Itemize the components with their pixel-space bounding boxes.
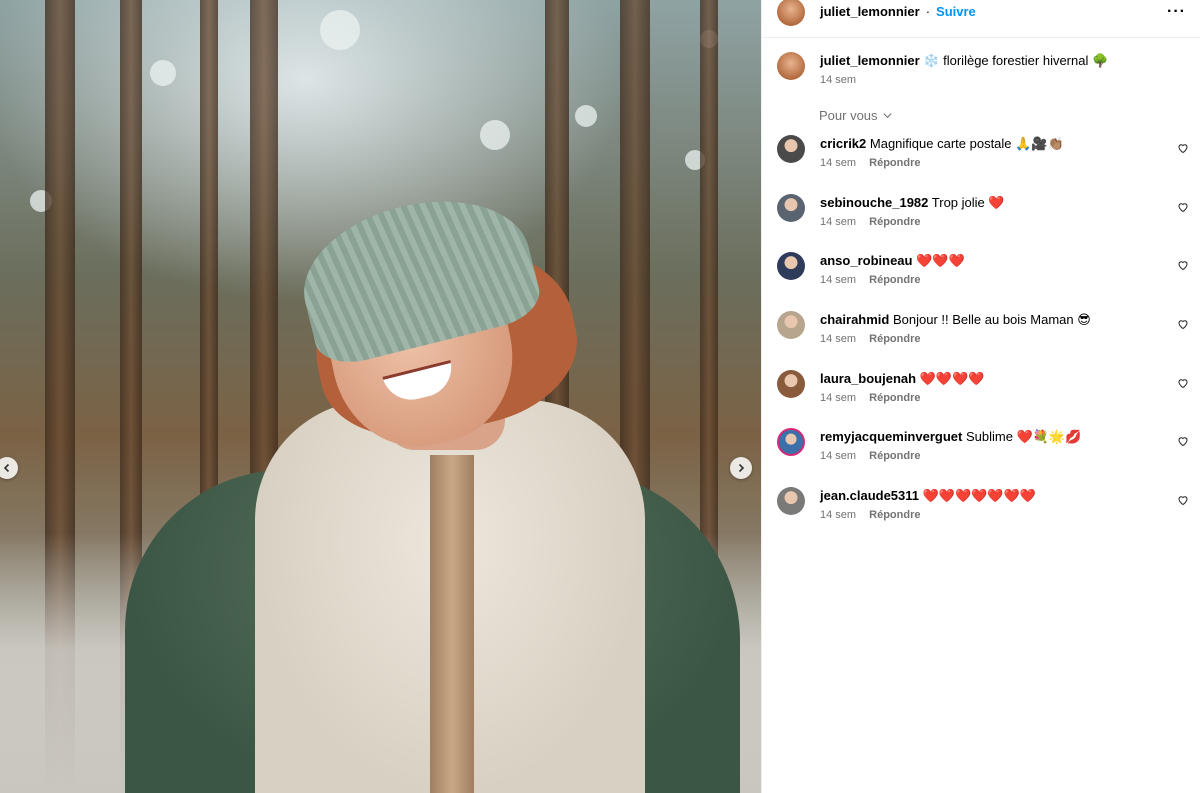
comment-item: cricrik2 Magnifique carte postale 🙏🎥👏🏽 1… <box>777 135 1189 194</box>
comment-timestamp[interactable]: 14 sem <box>820 509 856 521</box>
comment-timestamp[interactable]: 14 sem <box>820 157 856 169</box>
commenter-username[interactable]: laura_boujenah <box>820 371 916 386</box>
commenter-username[interactable]: cricrik2 <box>820 136 866 151</box>
comment-timestamp[interactable]: 14 sem <box>820 392 856 404</box>
comment-timestamp[interactable]: 14 sem <box>820 274 856 286</box>
like-heart-icon[interactable] <box>1177 259 1189 271</box>
comment-item: laura_boujenah ❤️❤️❤️❤️ 14 sem Répondre <box>777 369 1189 429</box>
comment-timestamp[interactable]: 14 sem <box>820 216 856 228</box>
commenter-avatar[interactable] <box>777 369 805 398</box>
caption-timestamp[interactable]: 14 sem <box>820 74 856 86</box>
comment-item: jean.claude5311 ❤️❤️❤️❤️❤️❤️❤️ 14 sem Ré… <box>777 487 1189 546</box>
follow-button[interactable]: Suivre <box>936 4 976 19</box>
like-heart-icon[interactable] <box>1177 377 1189 389</box>
comment-text: Bonjour !! Belle au bois Maman 😎 <box>892 312 1091 328</box>
more-options-icon[interactable]: ··· <box>1167 3 1186 21</box>
comment-sort-dropdown[interactable]: Pour vous <box>819 108 893 123</box>
comment-timestamp[interactable]: 14 sem <box>820 333 856 345</box>
reply-button[interactable]: Répondre <box>869 216 920 228</box>
caption-username[interactable]: juliet_lemonnier <box>820 53 920 68</box>
commenter-avatar[interactable] <box>777 252 805 281</box>
comment-item: anso_robineau ❤️❤️❤️ 14 sem Répondre <box>777 252 1189 311</box>
commenter-username[interactable]: anso_robineau <box>820 253 912 268</box>
chevron-down-icon <box>882 113 892 119</box>
reply-button[interactable]: Répondre <box>869 450 920 462</box>
comment-text: ❤️❤️❤️❤️ <box>919 370 985 386</box>
reply-button[interactable]: Répondre <box>869 509 920 521</box>
person-figure <box>0 0 761 793</box>
comment-timestamp[interactable]: 14 sem <box>820 450 856 462</box>
like-heart-icon[interactable] <box>1177 318 1189 330</box>
commenter-avatar[interactable] <box>777 135 805 163</box>
commenter-avatar[interactable] <box>777 487 805 516</box>
comment-text: ❤️❤️❤️❤️❤️❤️❤️ <box>922 488 1036 504</box>
chevron-left-icon <box>3 463 10 473</box>
post-header: juliet_lemonnier · Suivre ··· <box>762 0 1200 38</box>
reply-button[interactable]: Répondre <box>869 157 920 169</box>
comment-text: Magnifique carte postale 🙏🎥👏🏽 <box>869 136 1064 151</box>
comment-text: ❤️❤️❤️ <box>916 253 965 269</box>
caption-text: ❄️ florilège forestier hivernal 🌳 <box>923 53 1109 68</box>
post-caption: juliet_lemonnier ❄️ florilège forestier … <box>777 52 1108 86</box>
commenter-username[interactable]: jean.claude5311 <box>820 488 919 503</box>
zipper <box>430 455 474 793</box>
like-heart-icon[interactable] <box>1177 142 1189 154</box>
reply-button[interactable]: Répondre <box>869 274 920 286</box>
comment-item: sebinouche_1982 Trop jolie ❤️ 14 sem Rép… <box>777 193 1189 253</box>
commenter-avatar-story-ring[interactable] <box>777 428 805 457</box>
separator-dot: · <box>925 4 931 19</box>
commenter-avatar[interactable] <box>777 311 805 340</box>
comment-item: chairahmid Bonjour !! Belle au bois Mama… <box>777 311 1189 370</box>
post-photo[interactable] <box>0 0 761 793</box>
author-username[interactable]: juliet_lemonnier <box>820 4 920 19</box>
commenter-username[interactable]: chairahmid <box>820 312 889 327</box>
commenter-username[interactable]: remyjacqueminverguet <box>820 429 962 444</box>
chevron-right-icon <box>738 463 745 473</box>
reply-button[interactable]: Répondre <box>869 333 920 345</box>
author-avatar[interactable] <box>777 0 805 26</box>
comment-text: Trop jolie ❤️ <box>931 194 1005 210</box>
commenter-avatar[interactable] <box>777 193 805 222</box>
comment-sort-label: Pour vous <box>819 108 878 123</box>
next-image-button[interactable] <box>730 457 752 479</box>
comment-text: Sublime ❤️💐🌟💋 <box>965 429 1082 445</box>
reply-button[interactable]: Répondre <box>869 392 920 404</box>
comment-item: remyjacqueminverguet Sublime ❤️💐🌟💋 14 se… <box>777 428 1189 487</box>
commenter-username[interactable]: sebinouche_1982 <box>820 195 928 210</box>
author-avatar[interactable] <box>777 52 805 80</box>
like-heart-icon[interactable] <box>1177 494 1189 506</box>
post-side-panel: juliet_lemonnier · Suivre ··· juliet_lem… <box>761 0 1200 793</box>
like-heart-icon[interactable] <box>1177 201 1189 213</box>
like-heart-icon[interactable] <box>1177 435 1189 447</box>
comment-list: cricrik2 Magnifique carte postale 🙏🎥👏🏽 1… <box>777 135 1189 546</box>
